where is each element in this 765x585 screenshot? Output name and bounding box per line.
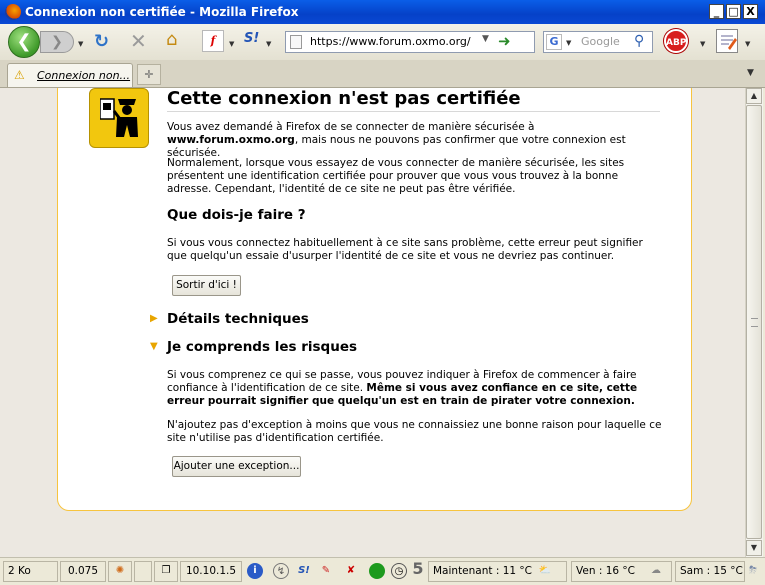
window-title: Connexion non certifiée - Mozilla Firefo…: [25, 5, 299, 19]
sifr-button[interactable]: S!: [244, 31, 259, 46]
tab-bar: ⚠ Connexion non... ✛ ▼: [0, 60, 765, 88]
empty-cell: [134, 561, 152, 582]
collapsed-arrow-icon[interactable]: ▶: [150, 313, 158, 324]
pages-cell[interactable]: ❐: [154, 561, 178, 582]
weather-friday-text: Ven : 16 °C: [576, 565, 635, 577]
scroll-thumb[interactable]: [746, 105, 762, 539]
stop-button[interactable]: ✕: [130, 29, 147, 53]
reload-icon: ↻: [94, 31, 110, 52]
intro-text: Vous avez demandé à Firefox de se connec…: [167, 121, 535, 133]
what-to-do-heading: Que dois-je faire ?: [167, 207, 306, 223]
compose-icon[interactable]: ✎: [318, 563, 334, 579]
add-exception-button[interactable]: Ajouter une exception...: [172, 456, 301, 477]
home-button[interactable]: ⌂: [166, 29, 177, 50]
flash-icon: f: [210, 34, 216, 47]
sun-cloud-icon: ⛅: [538, 565, 552, 576]
notepad-icon: [721, 35, 737, 50]
tab-label: Connexion non...: [37, 69, 131, 82]
sifr-icon: S!: [244, 31, 260, 46]
risks-heading[interactable]: Je comprends les risques: [167, 339, 357, 355]
page-content: Cette connexion n'est pas certifiée Vous…: [0, 88, 745, 557]
intro-host: www.forum.oxmo.org: [167, 134, 295, 146]
copy-pages-icon: ❐: [161, 565, 171, 576]
notepad-button[interactable]: [716, 29, 738, 53]
firefox-logo-icon: [5, 4, 21, 20]
window-titlebar: Connexion non certifiée - Mozilla Firefo…: [0, 0, 765, 24]
scroll-grip: [751, 318, 758, 327]
weather-now-text: Maintenant : 11 °C: [433, 565, 532, 577]
sifr-status-icon[interactable]: S!: [296, 563, 312, 579]
forward-arrow-icon: ❯: [51, 34, 63, 50]
normal-paragraph: Normalement, lorsque vous essayez de vou…: [167, 157, 625, 195]
weather-now[interactable]: Maintenant : 11 °C ⛅: [428, 561, 567, 582]
navigation-toolbar: ❮ ❯ ▼ ↻ ✕ ⌂ f ▼ S! ▼ https://www.forum.o…: [0, 24, 765, 61]
load-time: 0.075: [60, 561, 106, 582]
counter-badge[interactable]: 5: [410, 561, 426, 577]
close-button[interactable]: X: [743, 4, 758, 19]
vertical-scrollbar[interactable]: ▲ ▼: [745, 88, 763, 557]
plus-icon: ✛: [144, 68, 154, 81]
weather-friday[interactable]: Ven : 16 °C ☁: [571, 561, 672, 582]
sifr-dropdown-icon[interactable]: ▼: [266, 40, 271, 48]
adblock-plus-button[interactable]: ABP: [664, 29, 688, 53]
firebug-icon: ✺: [115, 565, 125, 576]
what-to-do-paragraph: Si vous vous connectez habituellement à …: [167, 237, 643, 262]
weather-saturday[interactable]: Sam : 15 °C: [675, 561, 745, 582]
back-button[interactable]: ❮: [8, 26, 40, 58]
clock-icon[interactable]: ◷: [391, 563, 407, 579]
status-bar: 2 Ko 0.075 ✺ ❐ 10.10.1.5 i ↯ S! ✎ ✘ ◷ 5 …: [0, 557, 765, 585]
cloud-icon: ☁: [651, 565, 661, 576]
minimize-button[interactable]: _: [709, 4, 724, 19]
new-tab-button[interactable]: ✛: [137, 64, 161, 85]
search-icon[interactable]: ⚲: [634, 33, 644, 49]
firebug-cell[interactable]: ✺: [108, 561, 132, 582]
url-text[interactable]: https://www.forum.oxmo.org/: [310, 35, 471, 48]
certificate-error-badge: [89, 88, 149, 148]
tab-connexion[interactable]: ⚠ Connexion non...: [7, 63, 133, 87]
history-dropdown-icon[interactable]: ▼: [78, 40, 83, 48]
exception-paragraph: N'ajoutez pas d'exception à moins que vo…: [167, 419, 662, 444]
flash-dropdown-icon[interactable]: ▼: [229, 40, 234, 48]
search-box[interactable]: G ▼ Google ⚲: [543, 31, 653, 53]
flash-blocker-button[interactable]: f: [202, 30, 224, 52]
technical-details-heading[interactable]: Détails techniques: [167, 311, 309, 327]
adblock-icon: ABP: [666, 38, 687, 48]
maximize-button[interactable]: □: [726, 4, 741, 19]
risks-paragraph: Si vous comprenez ce qui se passe, vous …: [167, 369, 662, 408]
url-bar[interactable]: https://www.forum.oxmo.org/ ▼ ➜: [285, 31, 535, 53]
weather-saturday-text: Sam : 15 °C: [680, 565, 743, 577]
search-input[interactable]: Google: [581, 35, 620, 48]
adblock-dropdown-icon[interactable]: ▼: [700, 40, 705, 48]
stop-icon: ✕: [130, 29, 147, 53]
forward-button[interactable]: ❯: [40, 31, 74, 53]
home-icon: ⌂: [166, 29, 178, 50]
go-arrow-icon[interactable]: ➜: [498, 32, 511, 50]
info-icon[interactable]: i: [247, 563, 263, 579]
search-engine-dropdown-icon[interactable]: ▼: [566, 39, 571, 47]
notepad-dropdown-icon[interactable]: ▼: [745, 40, 750, 48]
rain-cloud-icon: ⛈: [749, 565, 757, 576]
warning-icon: ⚠: [14, 68, 25, 82]
page-title: Cette connexion n'est pas certifiée: [167, 88, 660, 112]
google-logo-icon[interactable]: G: [546, 34, 562, 50]
officer-id-icon: [100, 98, 138, 137]
leave-button[interactable]: Sortir d'ici !: [172, 275, 241, 296]
back-arrow-icon: ❮: [16, 31, 32, 52]
lightning-icon[interactable]: ↯: [273, 563, 289, 579]
green-status-icon[interactable]: [369, 563, 385, 579]
scroll-up-button[interactable]: ▲: [746, 88, 762, 104]
noscript-icon[interactable]: ✘: [343, 563, 359, 579]
tab-list-dropdown-icon[interactable]: ▼: [747, 68, 754, 78]
expanded-arrow-icon[interactable]: ▼: [150, 341, 158, 352]
ip-address[interactable]: 10.10.1.5: [180, 561, 242, 582]
url-dropdown-icon[interactable]: ▼: [482, 34, 489, 44]
reload-button[interactable]: ↻: [94, 31, 109, 52]
intro-paragraph: Vous avez demandé à Firefox de se connec…: [167, 121, 662, 160]
scroll-down-button[interactable]: ▼: [746, 540, 762, 556]
page-size: 2 Ko: [3, 561, 58, 582]
page-icon: [290, 35, 302, 49]
